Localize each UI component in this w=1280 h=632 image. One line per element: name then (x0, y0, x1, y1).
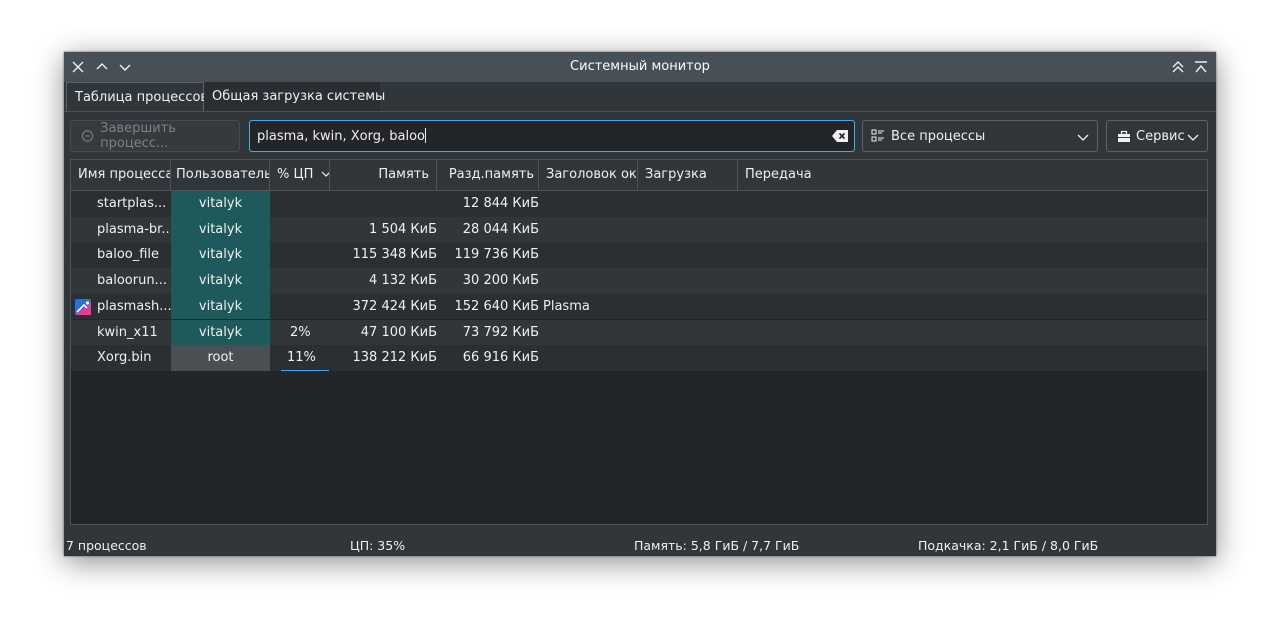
memory-cell: 47 100 КиБ (360, 324, 437, 340)
search-value: plasma, kwin, Xorg, baloo (257, 129, 426, 144)
system-monitor-window: Системный монитор Таблица процессов Обща… (64, 52, 1216, 556)
shade-icon[interactable] (1191, 57, 1211, 77)
keep-above-icon[interactable] (1168, 57, 1188, 77)
cpu-usage-bar (281, 370, 329, 371)
window-title-cell (543, 320, 638, 346)
toolbox-icon (1118, 130, 1130, 142)
user-cell: vitalyk (171, 293, 270, 320)
shared-memory-cell: 28 044 КиБ (462, 221, 539, 237)
cpu-cell (270, 217, 330, 243)
window-title: Системный монитор (570, 59, 710, 74)
table-row[interactable]: kwin_x11 vitalyk 2% 47 100 КиБ 73 792 Ки… (71, 319, 1207, 346)
search-input[interactable]: plasma, kwin, Xorg, baloo (249, 120, 855, 152)
memory-cell: 372 424 КиБ (352, 298, 438, 314)
tab-divider (64, 111, 1216, 112)
memory-total: Память: 5,8 ГиБ / 7,7 ГиБ (634, 538, 800, 553)
shared-memory-cell: 73 792 КиБ (462, 324, 539, 340)
user-cell: vitalyk (171, 268, 270, 294)
process-name: plasmash... (97, 298, 171, 314)
shared-memory-cell: 66 916 КиБ (462, 350, 539, 366)
view-list-icon (871, 129, 884, 142)
swap-total: Подкачка: 2,1 ГиБ / 8,0 ГиБ (918, 538, 1099, 553)
column-header-cpu-label: % ЦП (277, 167, 314, 182)
plasma-icon (75, 298, 91, 315)
process-name: startplas... (97, 196, 167, 211)
cpu-cell: 11% (287, 350, 316, 366)
table-row[interactable]: Xorg.bin root 11% 138 212 КиБ 66 916 КиБ (71, 345, 1207, 371)
memory-cell: 138 212 КиБ (352, 350, 438, 366)
user-cell: vitalyk (171, 216, 270, 243)
process-count: 7 процессов (66, 538, 147, 553)
column-header-download[interactable]: Загрузка (638, 160, 738, 190)
tab-system-load[interactable]: Общая загрузка системы (204, 82, 385, 112)
memory-cell: 115 348 КиБ (352, 247, 438, 263)
process-name: Xorg.bin (97, 350, 152, 366)
user-cell: vitalyk (171, 319, 270, 346)
title-bar[interactable]: Системный монитор (64, 52, 1216, 82)
shared-memory-cell: 30 200 КиБ (462, 273, 539, 289)
status-bar: 7 процессов ЦП: 35% Память: 5,8 ГиБ / 7,… (64, 530, 1216, 556)
stop-icon (81, 130, 94, 142)
user-cell: vitalyk (171, 191, 270, 217)
clear-text-icon[interactable] (831, 129, 849, 147)
cpu-cell (270, 268, 330, 294)
window-title-cell: Plasma (543, 298, 590, 314)
window-title-cell (543, 191, 638, 217)
kill-process-label: Завершить процесс... (100, 121, 176, 151)
column-header-cpu[interactable]: % ЦП (270, 160, 330, 190)
window-title-cell (543, 345, 638, 371)
window-title-cell (543, 217, 638, 243)
tools-menu-button[interactable]: Сервис (1106, 120, 1208, 152)
sort-descending-icon (321, 171, 329, 177)
shared-memory-cell: 119 736 КиБ (454, 247, 540, 263)
process-name: kwin_x11 (97, 324, 158, 340)
shared-memory-cell: 152 640 КиБ (454, 298, 540, 314)
cpu-total: ЦП: 35% (350, 538, 406, 553)
tools-label: Сервис (1136, 128, 1185, 144)
table-row[interactable]: plasma-br... vitalyk 1 504 КиБ 28 044 Ки… (71, 216, 1207, 243)
user-cell: vitalyk (171, 242, 270, 269)
table-header: Имя процесса Пользователь % ЦП Память Ра… (71, 160, 1207, 191)
chevron-down-icon (1187, 131, 1199, 147)
process-table: Имя процесса Пользователь % ЦП Память Ра… (70, 159, 1208, 525)
shared-memory-cell: 12 844 КиБ (462, 196, 539, 211)
process-name: baloo_file (97, 247, 160, 263)
memory-cell (330, 191, 437, 217)
window-title-cell (543, 268, 638, 294)
cpu-cell (270, 242, 330, 268)
column-header-window-title[interactable]: Заголовок окн (539, 160, 638, 190)
window-title-cell (543, 242, 638, 268)
chevron-down-icon (1077, 131, 1089, 147)
table-row[interactable]: plasmash... vitalyk 372 424 КиБ 152 640 … (71, 293, 1207, 320)
cpu-cell (270, 191, 330, 217)
kill-process-button[interactable]: Завершить процесс... (70, 120, 240, 152)
memory-cell: 1 504 КиБ (369, 221, 437, 237)
column-header-user[interactable]: Пользователь (171, 160, 270, 190)
table-row[interactable]: baloo_file vitalyk 115 348 КиБ 119 736 К… (71, 242, 1207, 269)
user-cell: root (171, 345, 270, 371)
process-filter-value: Все процессы (891, 128, 986, 144)
process-filter-select[interactable]: Все процессы (862, 120, 1098, 152)
table-row[interactable]: baloorun... vitalyk 4 132 КиБ 30 200 КиБ (71, 268, 1207, 294)
column-header-shared-memory[interactable]: Разд.память (437, 160, 539, 190)
column-header-process-name[interactable]: Имя процесса (71, 160, 171, 190)
memory-cell: 4 132 КиБ (369, 273, 437, 289)
process-name: plasma-br... (97, 221, 171, 237)
cpu-cell (270, 294, 330, 320)
table-row[interactable]: startplas... vitalyk 12 844 КиБ (71, 191, 1207, 217)
column-header-memory[interactable]: Память (330, 160, 437, 190)
column-header-upload[interactable]: Передача (738, 160, 1207, 190)
text-caret (425, 128, 427, 143)
cpu-cell: 2% (290, 324, 311, 340)
tab-process-table[interactable]: Таблица процессов (66, 82, 208, 112)
process-name: baloorun... (97, 273, 167, 289)
